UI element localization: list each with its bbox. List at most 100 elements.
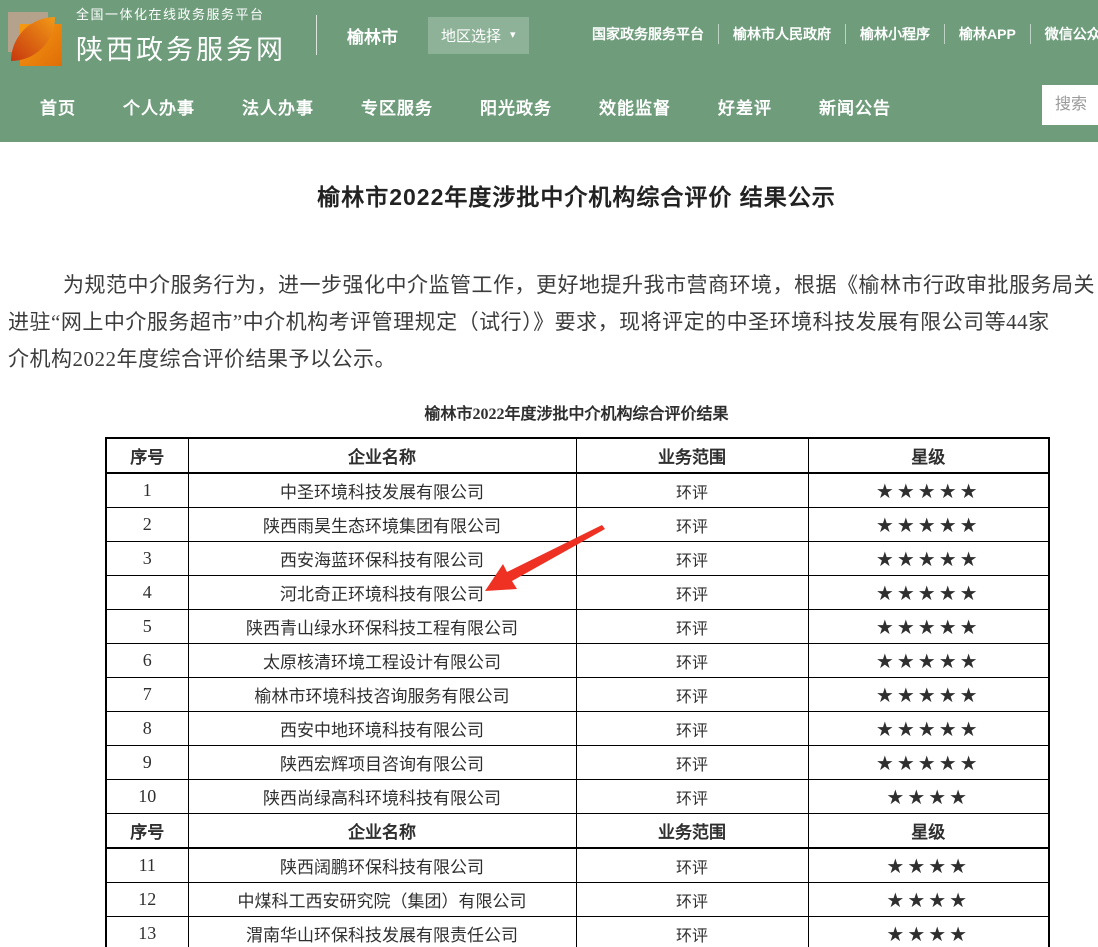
table-row: 5 陕西青山绿水环保科技工程有限公司 环评 ★★★★★ bbox=[106, 610, 1049, 644]
cell-company-name: 河北奇正环境科技有限公司 bbox=[188, 576, 576, 610]
top-links: 国家政务服务平台榆林市人民政府榆林小程序榆林APP微信公众号 bbox=[578, 24, 1098, 44]
cell-business-scope: 环评 bbox=[576, 883, 808, 917]
main-nav: 首页 个人办事 法人办事 专区服务 阳光政务 效能监督 好差评 新闻公告 搜索 bbox=[0, 70, 1098, 142]
cell-index: 7 bbox=[106, 678, 188, 712]
column-header: 星级 bbox=[808, 814, 1049, 849]
table-header-row: 序号企业名称业务范围星级 bbox=[106, 438, 1049, 473]
cell-index: 12 bbox=[106, 883, 188, 917]
cell-star-rating: ★★★★★ bbox=[808, 678, 1049, 712]
column-header: 企业名称 bbox=[188, 438, 576, 473]
cell-star-rating: ★★★★★ bbox=[808, 644, 1049, 678]
cell-business-scope: 环评 bbox=[576, 576, 808, 610]
table-section-1: 1 中圣环境科技发展有限公司 环评 ★★★★★ 2 陕西雨昊生态环境集团有限公司… bbox=[106, 473, 1049, 814]
cell-business-scope: 环评 bbox=[576, 917, 808, 947]
cell-business-scope: 环评 bbox=[576, 644, 808, 678]
cell-company-name: 西安中地环境科技有限公司 bbox=[188, 712, 576, 746]
cell-star-rating: ★★★★★ bbox=[808, 508, 1049, 542]
page-title: 榆林市2022年度涉批中介机构综合评价 结果公示 bbox=[0, 178, 1098, 212]
top-link[interactable]: 国家政务服务平台 bbox=[578, 24, 719, 44]
cell-index: 8 bbox=[106, 712, 188, 746]
nav-item[interactable]: 法人办事 bbox=[242, 94, 314, 119]
page: 全国一体化在线政务服务平台 陕西政务服务网 榆林市 地区选择 ▾ 国家政务服务平… bbox=[0, 0, 1098, 947]
paragraph-line: 介机构2022年度综合评价结果予以公示。 bbox=[8, 341, 1098, 378]
cell-star-rating: ★★★★ bbox=[808, 883, 1049, 917]
cell-index: 2 bbox=[106, 508, 188, 542]
cell-company-name: 太原核清环境工程设计有限公司 bbox=[188, 644, 576, 678]
current-city-label: 榆林市 bbox=[347, 23, 398, 48]
paragraph-line: 进驻“网上中介服务超市”中介机构考评管理规定（试行）》要求，现将评定的中圣环境科… bbox=[8, 304, 1098, 341]
nav-item[interactable]: 专区服务 bbox=[361, 94, 433, 119]
cell-index: 5 bbox=[106, 610, 188, 644]
paragraph-line: 为规范中介服务行为，进一步强化中介监管工作，更好地提升我市营商环境，根据《榆林市… bbox=[8, 267, 1098, 304]
nav-item[interactable]: 个人办事 bbox=[123, 94, 195, 119]
cell-company-name: 渭南华山环保科技发展有限责任公司 bbox=[188, 917, 576, 947]
top-link[interactable]: 榆林市人民政府 bbox=[719, 24, 846, 44]
cell-business-scope: 环评 bbox=[576, 848, 808, 883]
table-row: 12 中煤科工西安研究院（集团）有限公司 环评 ★★★★ bbox=[106, 883, 1049, 917]
cell-star-rating: ★★★★ bbox=[808, 917, 1049, 947]
column-header: 企业名称 bbox=[188, 814, 576, 849]
cell-business-scope: 环评 bbox=[576, 712, 808, 746]
cell-business-scope: 环评 bbox=[576, 473, 808, 508]
column-header: 业务范围 bbox=[576, 814, 808, 849]
region-select-label: 地区选择 bbox=[441, 25, 501, 46]
table-row: 3 西安海蓝环保科技有限公司 环评 ★★★★★ bbox=[106, 542, 1049, 576]
cell-business-scope: 环评 bbox=[576, 610, 808, 644]
cell-star-rating: ★★★★ bbox=[808, 780, 1049, 814]
region-select-button[interactable]: 地区选择 ▾ bbox=[428, 17, 529, 54]
cell-business-scope: 环评 bbox=[576, 542, 808, 576]
table-caption: 榆林市2022年度涉批中介机构综合评价结果 bbox=[0, 400, 1098, 424]
top-header: 全国一体化在线政务服务平台 陕西政务服务网 榆林市 地区选择 ▾ 国家政务服务平… bbox=[0, 0, 1098, 70]
cell-company-name: 陕西尚绿高科环境科技有限公司 bbox=[188, 780, 576, 814]
cell-star-rating: ★★★★★ bbox=[808, 746, 1049, 780]
cell-index: 4 bbox=[106, 576, 188, 610]
site-logo-icon[interactable] bbox=[8, 12, 62, 66]
site-title: 陕西政务服务网 bbox=[76, 28, 286, 67]
announcement-paragraph: 为规范中介服务行为，进一步强化中介监管工作，更好地提升我市营商环境，根据《榆林市… bbox=[8, 267, 1098, 378]
evaluation-table: 序号企业名称业务范围星级 1 中圣环境科技发展有限公司 环评 ★★★★★ 2 陕… bbox=[105, 437, 1050, 947]
top-link[interactable]: 榆林小程序 bbox=[846, 24, 945, 44]
nav-item[interactable]: 首页 bbox=[40, 94, 76, 119]
nav-item[interactable]: 阳光政务 bbox=[480, 94, 552, 119]
column-header: 星级 bbox=[808, 438, 1049, 473]
column-header: 序号 bbox=[106, 814, 188, 849]
table-row: 13 渭南华山环保科技发展有限责任公司 环评 ★★★★ bbox=[106, 917, 1049, 947]
column-header: 序号 bbox=[106, 438, 188, 473]
nav-item[interactable]: 好差评 bbox=[718, 94, 772, 119]
nav-items: 首页 个人办事 法人办事 专区服务 阳光政务 效能监督 好差评 新闻公告 bbox=[40, 94, 938, 119]
cell-index: 13 bbox=[106, 917, 188, 947]
cell-index: 11 bbox=[106, 848, 188, 883]
cell-company-name: 陕西青山绿水环保科技工程有限公司 bbox=[188, 610, 576, 644]
brand-divider bbox=[316, 15, 317, 55]
table-row: 1 中圣环境科技发展有限公司 环评 ★★★★★ bbox=[106, 473, 1049, 508]
table-section-2: 11 陕西阔鹏环保科技有限公司 环评 ★★★★ 12 中煤科工西安研究院（集团）… bbox=[106, 848, 1049, 947]
cell-index: 10 bbox=[106, 780, 188, 814]
table-row: 11 陕西阔鹏环保科技有限公司 环评 ★★★★ bbox=[106, 848, 1049, 883]
cell-company-name: 陕西宏辉项目咨询有限公司 bbox=[188, 746, 576, 780]
site-brand: 全国一体化在线政务服务平台 陕西政务服务网 bbox=[76, 4, 286, 67]
table-row: 7 榆林市环境科技咨询服务有限公司 环评 ★★★★★ bbox=[106, 678, 1049, 712]
cell-star-rating: ★★★★★ bbox=[808, 473, 1049, 508]
cell-company-name: 中圣环境科技发展有限公司 bbox=[188, 473, 576, 508]
cell-star-rating: ★★★★★ bbox=[808, 610, 1049, 644]
platform-tagline: 全国一体化在线政务服务平台 bbox=[76, 4, 286, 23]
cell-business-scope: 环评 bbox=[576, 678, 808, 712]
table-row: 6 太原核清环境工程设计有限公司 环评 ★★★★★ bbox=[106, 644, 1049, 678]
cell-star-rating: ★★★★★ bbox=[808, 542, 1049, 576]
article-content: 榆林市2022年度涉批中介机构综合评价 结果公示 为规范中介服务行为，进一步强化… bbox=[0, 178, 1098, 947]
cell-company-name: 中煤科工西安研究院（集团）有限公司 bbox=[188, 883, 576, 917]
cell-company-name: 榆林市环境科技咨询服务有限公司 bbox=[188, 678, 576, 712]
cell-index: 1 bbox=[106, 473, 188, 508]
search-input[interactable]: 搜索 bbox=[1042, 85, 1098, 125]
cell-star-rating: ★★★★★ bbox=[808, 712, 1049, 746]
nav-item[interactable]: 效能监督 bbox=[599, 94, 671, 119]
top-link[interactable]: 微信公众号 bbox=[1031, 24, 1098, 44]
cell-business-scope: 环评 bbox=[576, 746, 808, 780]
cell-company-name: 西安海蓝环保科技有限公司 bbox=[188, 542, 576, 576]
cell-star-rating: ★★★★ bbox=[808, 848, 1049, 883]
cell-company-name: 陕西阔鹏环保科技有限公司 bbox=[188, 848, 576, 883]
nav-item[interactable]: 新闻公告 bbox=[819, 94, 891, 119]
top-link[interactable]: 榆林APP bbox=[945, 24, 1031, 44]
column-header: 业务范围 bbox=[576, 438, 808, 473]
cell-company-name: 陕西雨昊生态环境集团有限公司 bbox=[188, 508, 576, 542]
